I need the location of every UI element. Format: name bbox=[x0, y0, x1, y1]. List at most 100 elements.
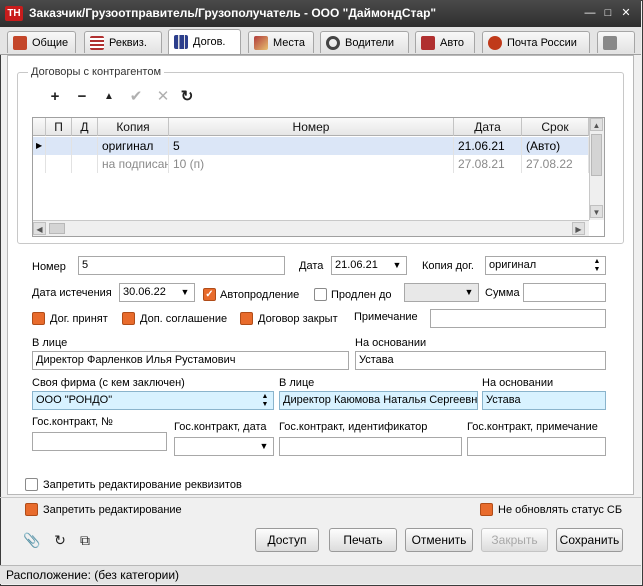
tab-russian-post[interactable]: Почта России bbox=[482, 31, 590, 53]
tab-requisites[interactable]: Реквиз. bbox=[84, 31, 162, 53]
close-button[interactable]: Закрыть bbox=[481, 528, 548, 552]
title-bar[interactable]: TH Заказчик/Грузоотправитель/Грузополуча… bbox=[0, 0, 641, 27]
gov-date-label: Гос.контракт, дата bbox=[174, 421, 267, 433]
confirm-icon[interactable]: ✔ bbox=[127, 88, 145, 106]
person-input[interactable]: Директор Фарленков Илья Рустамович bbox=[32, 351, 349, 370]
scroll-right-icon[interactable]: ▶ bbox=[572, 222, 585, 235]
own-firm-select[interactable]: ООО "РОНДО" ▲ ▼ bbox=[32, 391, 274, 410]
person-label: В лице bbox=[32, 337, 68, 349]
attachment-icon[interactable]: 📎 bbox=[23, 531, 41, 549]
calendar-dropdown-icon[interactable]: ▼ bbox=[389, 257, 405, 274]
cell-date: 27.08.21 bbox=[454, 155, 522, 173]
refresh-icon[interactable]: ↻ bbox=[51, 531, 69, 549]
basis-input[interactable]: Устава bbox=[355, 351, 606, 370]
more-tabs-icon bbox=[603, 35, 617, 50]
status-text: Расположение: (без категории) bbox=[6, 568, 180, 582]
addendum-checkbox[interactable] bbox=[122, 312, 135, 325]
scroll-left-icon[interactable]: ◀ bbox=[33, 222, 46, 235]
sum-input[interactable] bbox=[523, 283, 606, 302]
cancel-icon[interactable]: ✕ bbox=[154, 88, 172, 106]
cell-date: 21.06.21 bbox=[454, 137, 522, 155]
column-header[interactable]: П bbox=[46, 118, 72, 136]
note-input[interactable] bbox=[430, 309, 606, 328]
tab-more[interactable] bbox=[597, 31, 635, 53]
tab-contracts[interactable]: Догов. bbox=[168, 29, 241, 54]
calendar-dropdown-icon[interactable]: ▼ bbox=[256, 438, 272, 455]
scroll-thumb[interactable] bbox=[591, 134, 602, 176]
maximize-icon[interactable]: □ bbox=[600, 6, 616, 20]
tab-drivers[interactable]: Водители bbox=[320, 31, 409, 53]
date-input[interactable]: 21.06.21 ▼ bbox=[331, 256, 407, 275]
print-button[interactable]: Печать bbox=[329, 528, 397, 552]
cell-d bbox=[72, 155, 98, 173]
remove-icon[interactable]: − bbox=[73, 88, 91, 106]
number-input[interactable]: 5 bbox=[78, 256, 285, 275]
copy-label: Копия дог. bbox=[422, 260, 474, 272]
cell-term: (Авто) bbox=[522, 137, 589, 155]
extended-to-input[interactable]: ▼ bbox=[404, 283, 479, 302]
column-header[interactable]: Копия bbox=[98, 118, 169, 136]
horizontal-scrollbar[interactable]: ◀ ▶ bbox=[33, 220, 589, 236]
tab-label: Почта России bbox=[507, 36, 577, 49]
column-header[interactable]: Срок bbox=[522, 118, 589, 136]
binders-icon bbox=[174, 35, 188, 49]
minimize-icon[interactable]: — bbox=[582, 6, 598, 20]
column-header[interactable]: Дата bbox=[454, 118, 522, 136]
gov-number-label: Гос.контракт, № bbox=[32, 416, 113, 428]
close-window-icon[interactable]: ✕ bbox=[618, 6, 634, 20]
gov-id-input[interactable] bbox=[279, 437, 462, 456]
forbid-requisites-checkbox[interactable] bbox=[25, 478, 38, 491]
save-button[interactable]: Сохранить bbox=[556, 528, 623, 552]
tab-general[interactable]: Общие bbox=[7, 31, 76, 53]
access-button[interactable]: Доступ bbox=[255, 528, 319, 552]
calendar-dropdown-icon[interactable]: ▼ bbox=[461, 284, 477, 301]
column-header[interactable]: Д bbox=[72, 118, 98, 136]
scroll-thumb[interactable] bbox=[49, 223, 65, 234]
contract-accepted-checkbox[interactable] bbox=[32, 312, 45, 325]
tab-places[interactable]: Места bbox=[248, 31, 314, 53]
move-up-icon[interactable]: ▲ bbox=[100, 88, 118, 106]
add-icon[interactable]: + bbox=[46, 88, 64, 106]
scroll-up-icon[interactable]: ▲ bbox=[590, 118, 603, 131]
cancel-button[interactable]: Отменить bbox=[405, 528, 473, 552]
no-sb-status-checkbox[interactable] bbox=[480, 503, 493, 516]
tab-auto[interactable]: Авто bbox=[415, 31, 475, 53]
own-firm-label: Своя фирма (с кем заключен) bbox=[32, 377, 185, 389]
scroll-down-icon[interactable]: ▼ bbox=[590, 205, 603, 218]
forbid-edit-checkbox[interactable] bbox=[25, 503, 38, 516]
contract-closed-checkbox[interactable] bbox=[240, 312, 253, 325]
spin-icon[interactable]: ▲ ▼ bbox=[589, 257, 605, 274]
own-person-input[interactable]: Директор Каюмова Наталья Сергеевна bbox=[279, 391, 478, 410]
list-icon bbox=[90, 35, 104, 50]
extended-to-checkbox[interactable] bbox=[314, 288, 327, 301]
expiry-date-input[interactable]: 30.06.22 ▼ bbox=[119, 283, 195, 302]
auto-extend-label: Автопродление bbox=[220, 289, 300, 301]
spin-icon[interactable]: ▲ ▼ bbox=[257, 392, 273, 409]
own-basis-input[interactable]: Устава bbox=[482, 391, 606, 410]
steering-wheel-icon bbox=[326, 35, 340, 50]
own-person-label: В лице bbox=[279, 377, 315, 389]
cell-copy: на подписан bbox=[98, 155, 169, 173]
sum-label: Сумма bbox=[485, 287, 520, 299]
table-row[interactable]: на подписан 10 (п) 27.08.21 27.08.22 bbox=[33, 155, 589, 173]
copy-select[interactable]: оригинал ▲ ▼ bbox=[485, 256, 606, 275]
gov-number-input[interactable] bbox=[32, 432, 167, 451]
auto-extend-checkbox[interactable]: ✓ bbox=[203, 288, 216, 301]
extended-to-label: Продлен до bbox=[331, 289, 392, 301]
row-indicator-icon: ▶ bbox=[33, 137, 46, 155]
post-icon bbox=[488, 35, 502, 50]
gov-note-input[interactable] bbox=[467, 437, 606, 456]
vertical-scrollbar[interactable]: ▲ ▼ bbox=[589, 118, 604, 220]
tab-label: Водители bbox=[345, 36, 395, 49]
refresh-icon[interactable]: ↻ bbox=[178, 88, 196, 106]
copy-icon[interactable]: ⧉ bbox=[76, 531, 94, 549]
forbid-requisites-label: Запретить редактирование реквизитов bbox=[43, 479, 242, 491]
calendar-dropdown-icon[interactable]: ▼ bbox=[177, 284, 193, 301]
gov-date-input[interactable]: ▼ bbox=[174, 437, 274, 456]
table-row[interactable]: ▶ оригинал 5 21.06.21 (Авто) bbox=[33, 137, 589, 155]
contract-accepted-label: Дог. принят bbox=[50, 313, 108, 325]
addendum-label: Доп. соглашение bbox=[140, 313, 228, 325]
separator bbox=[0, 497, 641, 498]
column-header[interactable]: Номер bbox=[169, 118, 454, 136]
tab-label: Общие bbox=[32, 36, 69, 49]
